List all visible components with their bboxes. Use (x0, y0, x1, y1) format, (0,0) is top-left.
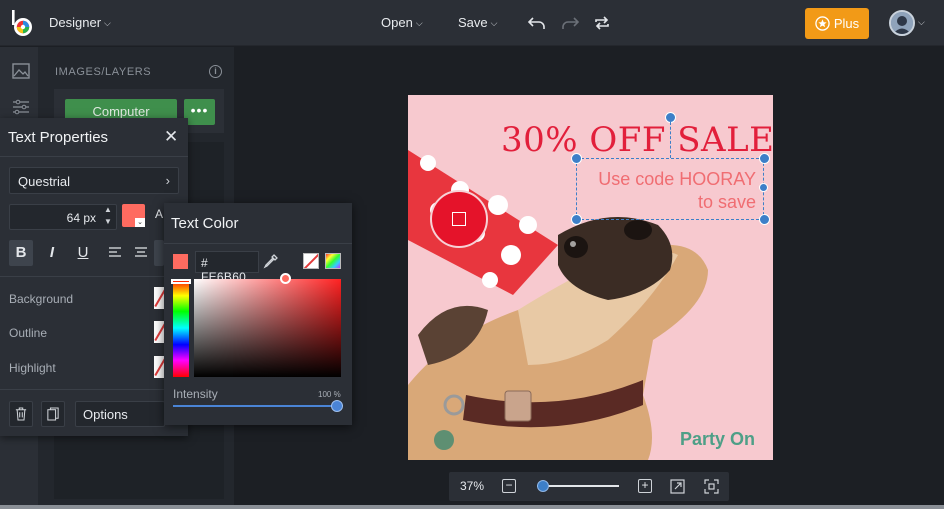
intensity-slider[interactable] (173, 405, 341, 407)
user-avatar-icon (891, 12, 913, 34)
zoom-slider-handle[interactable] (537, 480, 549, 492)
star-icon (815, 16, 830, 31)
zoom-level: 37% (460, 479, 485, 493)
background-color-swatch[interactable] (154, 287, 164, 309)
design-canvas[interactable]: 30% OFF SALE! Use code HOORAY to save Pa… (408, 95, 773, 460)
align-left-icon[interactable] (103, 240, 127, 266)
resize-handle-top-left[interactable] (571, 153, 582, 164)
zoom-in-button[interactable]: + (638, 479, 652, 493)
popover-title: Text Color (171, 215, 239, 232)
undo-icon[interactable] (527, 13, 547, 33)
outline-color-swatch[interactable] (154, 321, 164, 343)
chevron-down-icon[interactable]: ⌵ (918, 17, 925, 28)
italic-button[interactable]: I (40, 240, 64, 266)
color-palette-button[interactable] (325, 253, 341, 269)
repeat-icon[interactable] (592, 13, 612, 33)
top-bar: Designer ⌵ Open ⌵ Save ⌵ Plus ⌵ (0, 0, 944, 46)
trash-icon[interactable] (9, 401, 33, 427)
chevron-right-icon: › (165, 173, 170, 188)
options-button[interactable]: Options (75, 401, 165, 427)
more-sources-button[interactable]: ••• (184, 99, 215, 125)
square-icon (452, 212, 466, 226)
color-picker-handle[interactable] (280, 273, 291, 284)
info-icon[interactable]: i (209, 65, 222, 78)
avatar[interactable] (889, 10, 915, 36)
font-size-value: 64 px (66, 211, 96, 225)
headline-text[interactable]: 30% OFF SALE! (501, 120, 773, 160)
plus-upgrade-button[interactable]: Plus (805, 8, 869, 39)
align-center-icon[interactable] (129, 240, 153, 266)
zoom-slider[interactable] (537, 485, 619, 487)
open-external-icon[interactable] (670, 479, 685, 494)
chevron-down-icon: ⌵ (490, 18, 498, 28)
sliders-icon[interactable] (12, 99, 30, 115)
resize-handle-top-right[interactable] (759, 153, 770, 164)
divider (0, 276, 188, 277)
highlight-label: Highlight (9, 361, 56, 375)
designer-menu[interactable]: Designer ⌵ (49, 15, 111, 30)
outline-label: Outline (9, 326, 48, 340)
resize-handle-right[interactable] (759, 183, 768, 192)
font-select-value: Questrial (18, 174, 71, 189)
align-right-button[interactable] (154, 240, 164, 266)
text-color-popover: Text Color # FE6B60 Intensity 100 % (164, 203, 352, 425)
divider (164, 243, 352, 244)
text-case-button[interactable]: A (155, 207, 163, 221)
saturation-value-picker[interactable] (194, 279, 341, 377)
zoom-out-button[interactable]: − (502, 479, 516, 493)
rotate-handle-stem (670, 122, 671, 158)
save-menu[interactable]: Save ⌵ (458, 15, 497, 30)
hue-slider[interactable] (173, 279, 189, 377)
image-icon[interactable] (12, 63, 30, 79)
options-label: Options (83, 407, 128, 422)
save-menu-label: Save (458, 15, 488, 30)
fit-screen-icon[interactable] (704, 479, 719, 494)
chevron-down-icon: ⌄ (135, 218, 145, 227)
background-label: Background (9, 292, 74, 306)
font-select[interactable]: Questrial › (9, 167, 179, 194)
redo-icon[interactable] (560, 13, 580, 33)
current-color-swatch (173, 254, 188, 269)
hue-slider-handle[interactable] (171, 279, 191, 284)
intensity-label: Intensity (173, 387, 218, 401)
open-menu-label: Open (381, 15, 413, 30)
font-size-field[interactable]: 64 px (9, 204, 117, 230)
designer-menu-label: Designer (49, 15, 102, 30)
panel-title: IMAGES/LAYERS (55, 66, 152, 78)
no-color-button[interactable] (303, 253, 319, 269)
text-selection-box[interactable] (576, 158, 764, 220)
zoom-bar: 37% − + (449, 472, 729, 501)
font-size-stepper[interactable]: ▲ ▼ (102, 204, 114, 230)
dialog-title: Text Properties (8, 129, 109, 146)
chevron-down-icon: ⌵ (415, 18, 423, 28)
resize-handle-bottom-left[interactable] (571, 214, 582, 225)
eyedropper-icon[interactable] (263, 253, 279, 269)
open-menu[interactable]: Open ⌵ (381, 15, 423, 30)
plus-label: Plus (833, 16, 860, 31)
close-icon[interactable]: ✕ (164, 128, 178, 145)
intensity-slider-handle[interactable] (331, 400, 343, 412)
underline-button[interactable]: U (71, 240, 95, 266)
resize-handle-bottom-right[interactable] (759, 214, 770, 225)
divider (0, 389, 188, 390)
text-properties-dialog: Text Properties ✕ Questrial › 64 px ▲ ▼ ⌄… (0, 118, 188, 436)
app-logo[interactable] (10, 9, 34, 37)
window-bottom-edge (0, 505, 944, 509)
divider (0, 156, 188, 157)
highlight-color-swatch[interactable] (154, 356, 164, 378)
footer-text[interactable]: Party On (680, 429, 755, 450)
hex-hash: # (201, 256, 208, 270)
bold-button[interactable]: B (9, 240, 33, 266)
intensity-value: 100 % (318, 390, 341, 399)
duplicate-icon[interactable] (41, 401, 65, 427)
hex-input[interactable]: # FE6B60 (195, 251, 259, 284)
chevron-down-icon: ⌵ (104, 18, 111, 28)
